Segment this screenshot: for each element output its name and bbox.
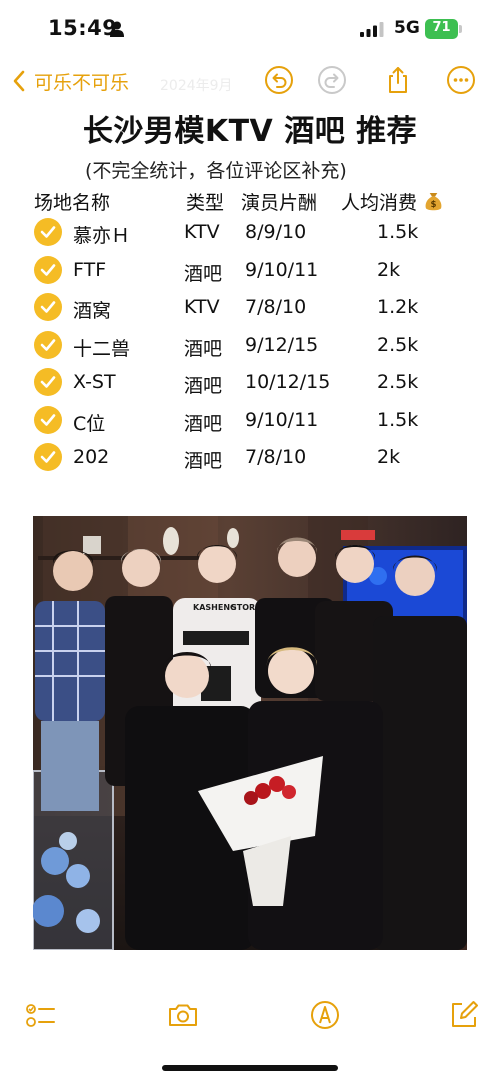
back-button[interactable]: 可乐不可乐 — [12, 66, 129, 96]
venue-type: 酒吧 — [184, 412, 223, 435]
venue-name: 酒窝 — [73, 300, 112, 322]
venue-spend: 1.2k — [377, 296, 419, 318]
group-photo[interactable]: KASHENG STORE — [33, 516, 467, 950]
share-icon[interactable] — [383, 65, 413, 95]
venue-row[interactable]: FTF 酒吧 9/10/11 2k — [0, 253, 500, 289]
venue-type: KTV — [184, 221, 220, 243]
chevron-left-icon — [13, 70, 25, 92]
money-bag-icon: $ — [425, 192, 442, 211]
table-header: 场地名称 类型 演员片酬 人均消费 $ — [0, 188, 500, 216]
faded-date: 2024年9月 — [160, 78, 233, 94]
venue-fee: 7/8/10 — [245, 446, 307, 468]
header-performer-fee: 演员片酬 — [241, 192, 318, 214]
checkbox-checked-icon[interactable] — [34, 443, 62, 471]
undo-icon[interactable] — [264, 65, 294, 95]
venue-spend: 1.5k — [377, 408, 419, 431]
venue-row[interactable]: 202 酒吧 7/8/10 2k — [0, 440, 500, 476]
venue-fee: 9/12/15 — [245, 333, 319, 356]
person-icon — [110, 21, 124, 37]
venue-type: KTV — [184, 296, 220, 318]
checkbox-checked-icon[interactable] — [34, 293, 62, 321]
venue-fee: 9/10/11 — [245, 258, 319, 281]
note-subtitle[interactable]: (不完全统计，各位评论区补充) — [85, 156, 347, 183]
back-label: 可乐不可乐 — [34, 71, 130, 94]
venue-name: C位 — [73, 412, 106, 435]
venue-type: 酒吧 — [184, 450, 223, 472]
venue-spend: 2k — [377, 258, 401, 281]
header-avg-spend: 人均消费 $ — [341, 188, 443, 215]
venue-row[interactable]: 酒窝 KTV 7/8/10 1.2k — [0, 290, 500, 326]
venue-name: 慕亦Ｈ — [73, 225, 131, 247]
venue-spend: 1.5k — [377, 221, 419, 243]
venue-spend: 2.5k — [377, 333, 419, 356]
venue-fee: 7/8/10 — [245, 296, 307, 318]
signal-icon — [360, 22, 384, 37]
svg-text:$: $ — [431, 200, 437, 210]
nav-bar: 可乐不可乐 2024年9月 — [0, 58, 500, 104]
checkbox-checked-icon[interactable] — [34, 330, 62, 359]
note-title[interactable]: 长沙男模KTV 酒吧 推荐 — [0, 106, 500, 150]
markup-icon[interactable] — [309, 999, 341, 1031]
venue-row[interactable]: X-ST 酒吧 10/12/15 2.5k — [0, 365, 500, 401]
venue-name: X-ST — [73, 371, 116, 393]
venue-fee: 9/10/11 — [245, 408, 319, 431]
redo-icon[interactable] — [317, 65, 347, 95]
checkbox-checked-icon[interactable] — [34, 255, 62, 284]
header-avg-spend-label: 人均消费 — [341, 192, 418, 214]
more-icon[interactable] — [446, 65, 476, 95]
venue-row[interactable]: 慕亦Ｈ KTV 8/9/10 1.5k — [0, 215, 500, 251]
venue-spend: 2k — [377, 446, 401, 468]
venue-fee: 8/9/10 — [245, 221, 307, 243]
venue-row[interactable]: C位 酒吧 9/10/11 1.5k — [0, 403, 500, 439]
header-type: 类型 — [186, 192, 225, 214]
bottom-toolbar — [0, 995, 500, 1039]
checkbox-checked-icon[interactable] — [34, 405, 62, 434]
home-indicator — [162, 1065, 338, 1071]
header-venue-name: 场地名称 — [34, 192, 111, 214]
camera-icon[interactable] — [167, 999, 199, 1031]
venue-row[interactable]: 十二兽 酒吧 9/12/15 2.5k — [0, 328, 500, 364]
venue-name: 202 — [73, 446, 110, 468]
compose-icon[interactable] — [448, 999, 480, 1031]
network-type: 5G — [394, 18, 420, 38]
checkbox-checked-icon[interactable] — [34, 368, 62, 396]
status-time: 15:49 — [48, 16, 118, 40]
venue-type: 酒吧 — [184, 262, 223, 285]
venue-type: 酒吧 — [184, 375, 223, 397]
venue-fee: 10/12/15 — [245, 371, 331, 393]
battery-level: 71 — [432, 20, 451, 35]
venue-type: 酒吧 — [184, 337, 223, 360]
venue-name: 十二兽 — [73, 337, 131, 360]
venue-spend: 2.5k — [377, 371, 419, 393]
checklist-icon[interactable] — [25, 999, 57, 1031]
status-bar: 15:49 5G 71 — [0, 0, 500, 58]
venue-name: FTF — [73, 258, 107, 281]
checkbox-checked-icon[interactable] — [34, 218, 62, 246]
battery-icon: 71 — [425, 19, 463, 39]
